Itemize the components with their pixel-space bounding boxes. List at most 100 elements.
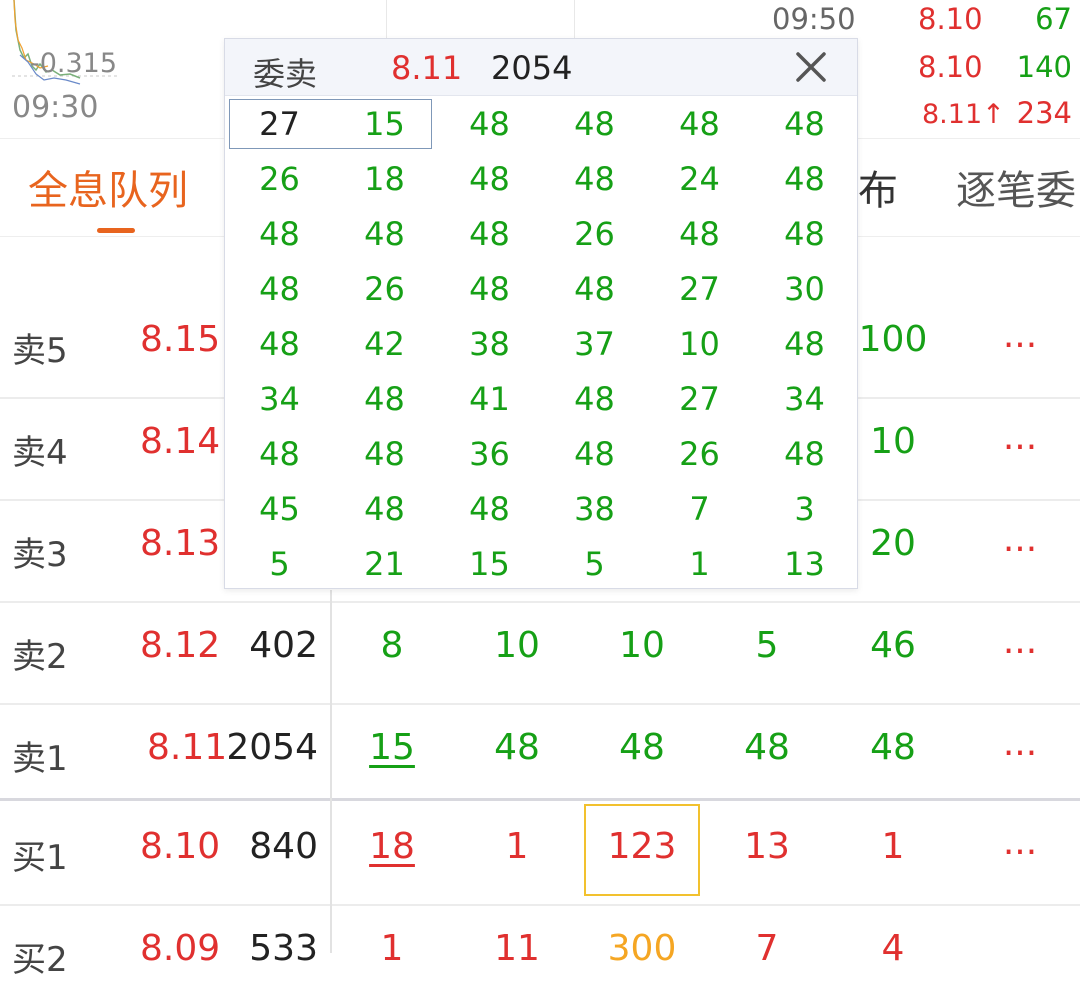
- queue-cell[interactable]: 5: [707, 625, 827, 666]
- tick-price: 8.10: [918, 2, 983, 36]
- order-row-buy1[interactable]: 买1 8.10 840 18 1 123 13 1 ...: [0, 802, 1080, 906]
- popup-queue-cell[interactable]: 48: [227, 207, 332, 262]
- queue-cell[interactable]: 48: [833, 727, 953, 768]
- popup-queue-cell[interactable]: 48: [437, 97, 542, 152]
- queue-cell[interactable]: 48: [582, 727, 702, 768]
- popup-queue-cell[interactable]: 48: [332, 482, 437, 537]
- popup-queue-cell[interactable]: 48: [647, 97, 752, 152]
- level-label: 卖1: [12, 739, 68, 779]
- popup-queue-cell[interactable]: 36: [437, 427, 542, 482]
- popup-queue-cell[interactable]: 48: [227, 262, 332, 317]
- queue-cell[interactable]: 1: [833, 826, 953, 867]
- level-label: 买1: [12, 838, 68, 878]
- popup-queue-cell[interactable]: 48: [437, 482, 542, 537]
- popup-queue-cell[interactable]: 48: [542, 152, 647, 207]
- popup-queue-cell[interactable]: 27: [647, 372, 752, 427]
- queue-cell[interactable]: 8: [332, 625, 452, 666]
- queue-cell[interactable]: 48: [707, 727, 827, 768]
- queue-cell[interactable]: 11: [457, 928, 577, 969]
- level-price: 8.13: [140, 523, 221, 564]
- popup-queue-cell[interactable]: 26: [647, 427, 752, 482]
- popup-queue-cell[interactable]: 48: [752, 97, 857, 152]
- level-volume: 402: [249, 625, 318, 666]
- more-button[interactable]: ...: [1000, 621, 1040, 662]
- popup-queue-cell[interactable]: 48: [752, 427, 857, 482]
- popup-queue-cell[interactable]: 13: [752, 537, 857, 592]
- popup-queue-cell[interactable]: 41: [437, 372, 542, 427]
- tick-volume: 234: [1016, 96, 1072, 130]
- queue-cell[interactable]: 10: [582, 625, 702, 666]
- popup-queue-cell[interactable]: 42: [332, 317, 437, 372]
- order-row-buy2[interactable]: 买2 8.09 533 1 11 300 7 4: [0, 904, 1080, 1006]
- popup-queue-cell[interactable]: 34: [227, 372, 332, 427]
- queue-cell[interactable]: 1: [332, 928, 452, 969]
- popup-queue-cell[interactable]: 48: [647, 207, 752, 262]
- tab-full-queue[interactable]: 全息队列: [28, 158, 188, 216]
- popup-queue-cell[interactable]: 48: [227, 427, 332, 482]
- queue-cell[interactable]: 48: [457, 727, 577, 768]
- queue-cell[interactable]: 46: [833, 625, 953, 666]
- queue-cell[interactable]: 1: [457, 826, 577, 867]
- popup-queue-cell[interactable]: 48: [227, 317, 332, 372]
- popup-queue-cell[interactable]: 48: [332, 427, 437, 482]
- queue-cell[interactable]: 7: [707, 928, 827, 969]
- popup-queue-cell[interactable]: 3: [752, 482, 857, 537]
- more-button[interactable]: ...: [1000, 519, 1040, 560]
- close-icon[interactable]: [791, 47, 831, 87]
- tab-distribution[interactable]: 布: [858, 158, 898, 216]
- queue-cell[interactable]: 4: [833, 928, 953, 969]
- popup-queue-cell[interactable]: 10: [647, 317, 752, 372]
- popup-queue-cell[interactable]: 48: [542, 262, 647, 317]
- popup-queue-cell[interactable]: 48: [542, 97, 647, 152]
- popup-queue-cell[interactable]: 24: [647, 152, 752, 207]
- popup-queue-cell[interactable]: 18: [332, 152, 437, 207]
- popup-queue-cell[interactable]: 1: [647, 537, 752, 592]
- queue-cell-value: 15: [369, 727, 415, 768]
- more-button[interactable]: ...: [1000, 822, 1040, 863]
- popup-queue-cell[interactable]: 48: [332, 207, 437, 262]
- queue-cell[interactable]: 300: [582, 928, 702, 969]
- order-row-sell1[interactable]: 卖1 8.11 2054 15 48 48 48 48 ...: [0, 703, 1080, 805]
- popup-queue-cell[interactable]: 38: [542, 482, 647, 537]
- popup-queue-cell[interactable]: 45: [227, 482, 332, 537]
- popup-queue-cell[interactable]: 48: [437, 262, 542, 317]
- more-button[interactable]: ...: [1000, 723, 1040, 764]
- popup-queue-cell[interactable]: 48: [752, 207, 857, 262]
- queue-cell[interactable]: 15: [332, 727, 452, 768]
- large-order-highlight: [584, 804, 700, 896]
- popup-queue-cell[interactable]: 48: [752, 152, 857, 207]
- popup-queue-cell[interactable]: 48: [437, 207, 542, 262]
- queue-cell[interactable]: 13: [707, 826, 827, 867]
- popup-queue-cell[interactable]: 15: [437, 537, 542, 592]
- popup-queue-cell[interactable]: 27: [647, 262, 752, 317]
- buy-sell-divider: [0, 798, 1080, 801]
- popup-queue-cell[interactable]: 48: [437, 152, 542, 207]
- popup-queue-cell[interactable]: 48: [542, 427, 647, 482]
- popup-queue-cell[interactable]: 26: [227, 152, 332, 207]
- level-label: 卖2: [12, 637, 68, 677]
- popup-queue-cell[interactable]: 7: [647, 482, 752, 537]
- tick-price: 8.10: [918, 50, 983, 84]
- popup-queue-cell[interactable]: 38: [437, 317, 542, 372]
- popup-queue-cell[interactable]: 26: [542, 207, 647, 262]
- level-label: 卖3: [12, 535, 68, 575]
- popup-queue-cell[interactable]: 5: [227, 537, 332, 592]
- level-label: 卖5: [12, 331, 68, 371]
- level-price: 8.12: [140, 625, 221, 666]
- popup-queue-cell[interactable]: 48: [542, 372, 647, 427]
- popup-queue-cell[interactable]: 48: [752, 317, 857, 372]
- more-button[interactable]: ...: [1000, 315, 1040, 356]
- popup-queue-cell[interactable]: 5: [542, 537, 647, 592]
- popup-queue-cell[interactable]: 37: [542, 317, 647, 372]
- popup-queue-cell[interactable]: 21: [332, 537, 437, 592]
- queue-cell[interactable]: 18: [332, 826, 452, 867]
- tab-tick-orders[interactable]: 逐笔委: [956, 158, 1076, 216]
- more-button[interactable]: ...: [1000, 417, 1040, 458]
- popup-queue-cell[interactable]: 30: [752, 262, 857, 317]
- popup-queue-cell[interactable]: 26: [332, 262, 437, 317]
- level-label: 买2: [12, 940, 68, 980]
- popup-queue-cell[interactable]: 34: [752, 372, 857, 427]
- popup-queue-cell[interactable]: 48: [332, 372, 437, 427]
- order-row-sell2[interactable]: 卖2 8.12 402 8 10 10 5 46 ...: [0, 601, 1080, 705]
- queue-cell[interactable]: 10: [457, 625, 577, 666]
